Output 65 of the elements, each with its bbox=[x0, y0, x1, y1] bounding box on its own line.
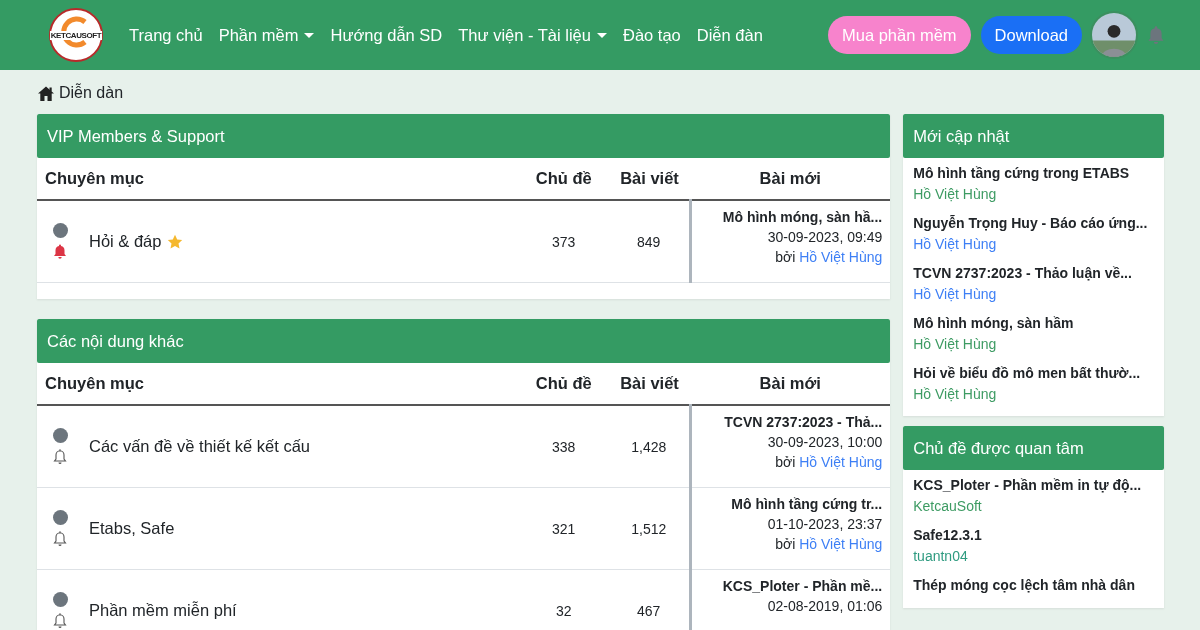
author-link[interactable]: Hồ Việt Hùng bbox=[913, 286, 1154, 302]
author-link[interactable]: Hồ Việt Hùng bbox=[799, 249, 883, 265]
author-link[interactable]: Hồ Việt Hùng bbox=[799, 536, 883, 552]
post-count: 1,512 bbox=[631, 520, 667, 537]
forum-link[interactable]: Phần mềm miễn phí bbox=[89, 601, 237, 620]
post-time: 01-10-2023, 23:37 bbox=[766, 515, 883, 534]
author-link[interactable]: Hồ Việt Hùng bbox=[799, 454, 883, 470]
home-icon bbox=[37, 84, 55, 102]
author-link[interactable]: Hồ Việt Hùng bbox=[913, 186, 1154, 202]
download-button[interactable]: Download bbox=[980, 16, 1082, 54]
thread-link[interactable]: Mô hình tầng cứng trong ETABS bbox=[913, 165, 1130, 181]
author-link[interactable]: KetcauSoft bbox=[913, 498, 1154, 514]
status-dot bbox=[52, 510, 68, 525]
latest-post-link[interactable]: Mô hình móng, sàn hầ... bbox=[691, 207, 883, 227]
logo[interactable]: KETCAUSOFT bbox=[49, 8, 103, 62]
latest-post-link[interactable]: KCS_Ploter - Phần mề... bbox=[691, 576, 883, 596]
column-header: Chuyên mục bbox=[37, 158, 519, 200]
card-header: Chủ đề được quan tâm bbox=[903, 426, 1164, 470]
thread-link[interactable]: Thép móng cọc lệch tâm nhà dân bbox=[913, 577, 1135, 593]
forum-link[interactable]: Etabs, Safe bbox=[89, 519, 175, 538]
by-label: bởi bbox=[775, 536, 797, 552]
latest-post-link[interactable]: Mô hình tầng cứng tr... bbox=[691, 494, 883, 514]
column-header: Chủ đề bbox=[518, 158, 609, 200]
column-header: Bài mới bbox=[690, 363, 891, 405]
post-count: 849 bbox=[637, 233, 661, 250]
by-label: bởi bbox=[775, 249, 797, 265]
column-header: Bài viết bbox=[608, 363, 691, 405]
post-count: 1,428 bbox=[631, 438, 667, 455]
latest-post-link[interactable]: TCVN 2737:2023 - Thả... bbox=[691, 412, 883, 432]
thread-link[interactable]: Nguyễn Trọng Huy - Báo cáo ứng... bbox=[913, 215, 1148, 231]
status-dot bbox=[52, 592, 68, 607]
post-count: 467 bbox=[637, 602, 661, 619]
bell-icon[interactable] bbox=[52, 530, 68, 547]
column-header: Chuyên mục bbox=[37, 363, 519, 405]
thread-link[interactable]: TCVN 2737:2023 - Thảo luận về... bbox=[913, 265, 1132, 281]
topic-count: 373 bbox=[552, 233, 576, 250]
post-time: 30-09-2023, 10:00 bbox=[766, 433, 883, 452]
forum-link[interactable]: Các vấn đề về thiết kế kết cấu bbox=[89, 437, 311, 456]
status-dot bbox=[52, 428, 68, 443]
card-header: VIP Members & Support bbox=[37, 114, 891, 158]
by-label: bởi bbox=[775, 454, 797, 470]
author-link[interactable]: Hồ Việt Hùng bbox=[913, 336, 1154, 352]
post-time: 30-09-2023, 09:49 bbox=[766, 228, 883, 247]
column-header: Bài viết bbox=[608, 158, 691, 200]
column-header: Chủ đề bbox=[518, 363, 609, 405]
card-header: Mới cập nhật bbox=[903, 114, 1164, 158]
topic-count: 321 bbox=[552, 520, 576, 537]
column-header: Bài mới bbox=[690, 158, 891, 200]
card-header: Các nội dung khác bbox=[37, 319, 891, 363]
topic-count: 338 bbox=[552, 438, 576, 455]
thread-link[interactable]: KCS_Ploter - Phần mềm in tự độ... bbox=[913, 477, 1142, 493]
bell-icon[interactable] bbox=[52, 448, 68, 465]
breadcrumb-link[interactable]: Diễn dàn bbox=[59, 84, 124, 102]
bell-icon[interactable] bbox=[52, 243, 68, 260]
status-dot bbox=[52, 223, 68, 238]
post-time: 02-08-2019, 01:06 bbox=[766, 597, 883, 616]
forum-link[interactable]: Hỏi & đáp bbox=[89, 232, 162, 251]
avatar[interactable] bbox=[1090, 11, 1138, 59]
topic-count: 32 bbox=[555, 602, 572, 619]
thread-link[interactable]: Hỏi về biểu đồ mô men bất thườ... bbox=[913, 365, 1141, 381]
bell-icon[interactable] bbox=[52, 612, 68, 629]
author-link[interactable]: Hồ Việt Hùng bbox=[913, 386, 1154, 402]
thread-link[interactable]: Mô hình móng, sàn hầm bbox=[913, 315, 1074, 331]
author-link[interactable]: Hồ Việt Hùng bbox=[913, 236, 1154, 252]
thread-link[interactable]: Safe12.3.1 bbox=[913, 527, 982, 543]
